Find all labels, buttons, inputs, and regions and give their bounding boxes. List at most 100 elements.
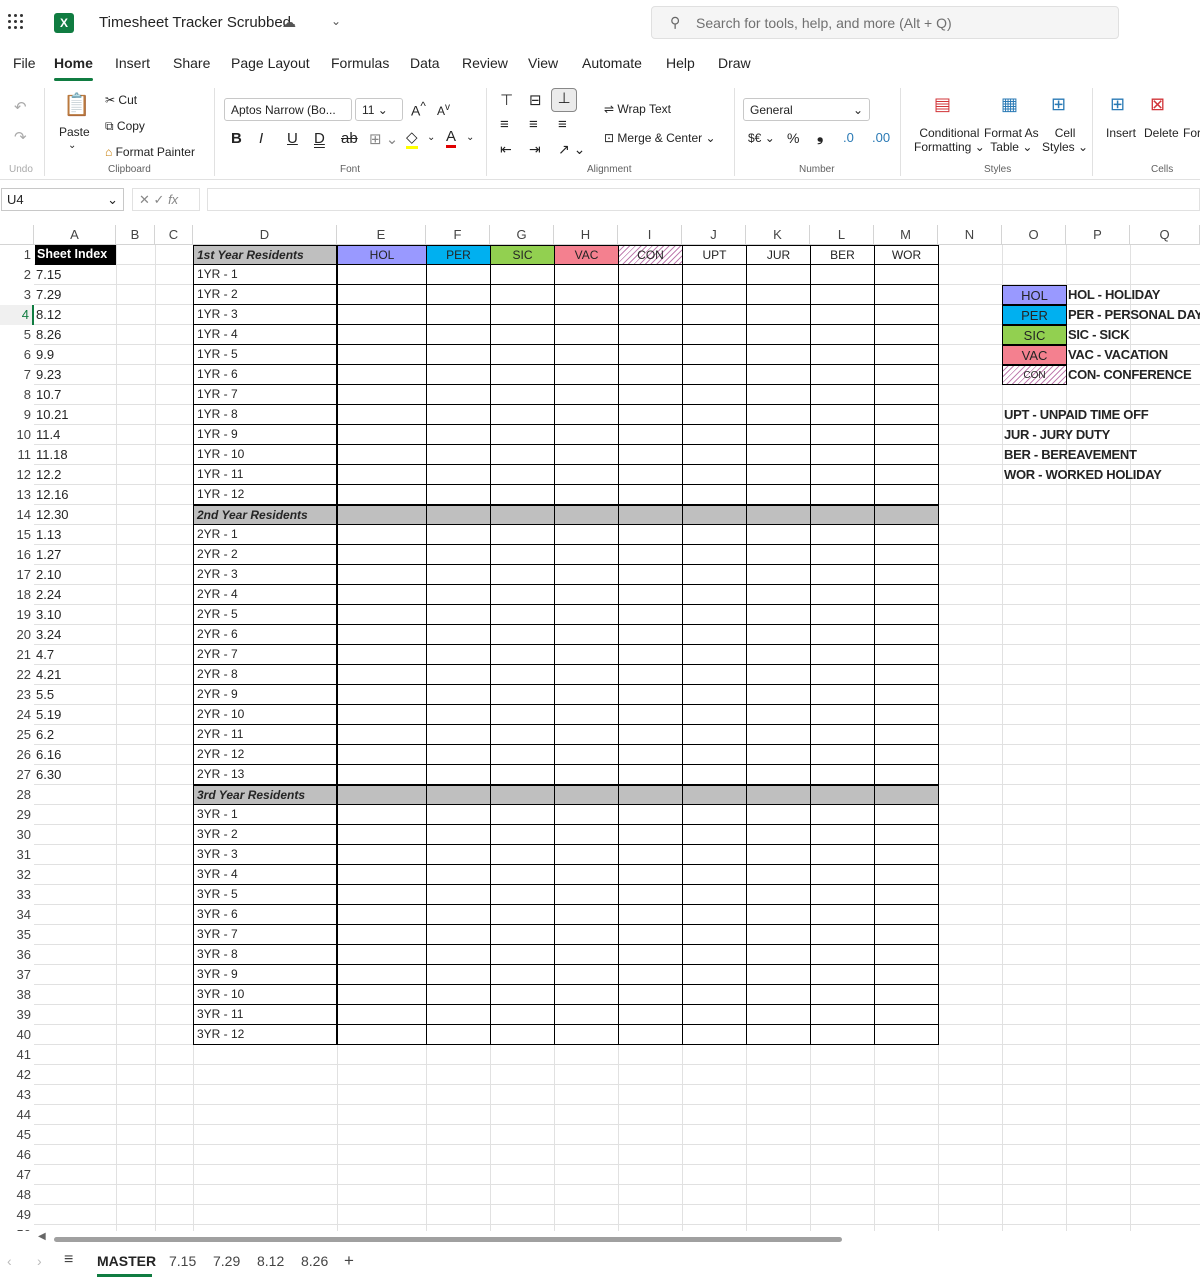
data-cell[interactable] xyxy=(810,805,875,825)
currency-button[interactable]: $€ ⌄ xyxy=(748,131,775,145)
column-header[interactable]: E xyxy=(337,225,426,245)
data-cell[interactable] xyxy=(810,665,875,685)
data-cell[interactable] xyxy=(874,765,939,785)
data-cell[interactable] xyxy=(682,565,747,585)
data-cell[interactable] xyxy=(490,545,555,565)
data-cell[interactable] xyxy=(426,985,491,1005)
data-cell[interactable] xyxy=(490,345,555,365)
data-cell[interactable] xyxy=(337,385,427,405)
sheet-tab[interactable]: 8.12 xyxy=(257,1253,284,1269)
data-cell[interactable] xyxy=(874,625,939,645)
data-cell[interactable] xyxy=(682,285,747,305)
data-cell[interactable] xyxy=(337,885,427,905)
sheet-index-link[interactable]: 1.13 xyxy=(36,525,116,545)
row-header[interactable]: 4 xyxy=(0,305,34,325)
data-cell[interactable] xyxy=(874,325,939,345)
data-cell[interactable] xyxy=(426,725,491,745)
undo-icon[interactable]: ↶ xyxy=(14,98,27,116)
data-cell[interactable] xyxy=(618,405,683,425)
data-cell[interactable] xyxy=(682,385,747,405)
data-cell[interactable] xyxy=(618,325,683,345)
row-header[interactable]: 45 xyxy=(0,1125,34,1145)
data-cell[interactable] xyxy=(810,565,875,585)
row-header[interactable]: 27 xyxy=(0,765,34,785)
data-cell[interactable] xyxy=(426,745,491,765)
data-cell[interactable] xyxy=(874,945,939,965)
horizontal-scrollbar[interactable]: ◀ xyxy=(34,1231,1200,1244)
sheet-index-link[interactable]: 7.29 xyxy=(36,285,116,305)
resident-row-label[interactable]: 1YR - 11 xyxy=(193,465,337,485)
row-header[interactable]: 13 xyxy=(0,485,34,505)
data-cell[interactable] xyxy=(810,745,875,765)
data-cell[interactable] xyxy=(618,805,683,825)
sheet-index-link[interactable]: 8.26 xyxy=(36,325,116,345)
resident-row-label[interactable]: 1YR - 1 xyxy=(193,265,337,285)
data-cell[interactable] xyxy=(618,885,683,905)
row-header[interactable]: 2 xyxy=(0,265,34,285)
data-cell[interactable] xyxy=(746,425,811,445)
data-cell[interactable] xyxy=(810,865,875,885)
row-header[interactable]: 8 xyxy=(0,385,34,405)
data-cell[interactable] xyxy=(618,485,683,505)
row-header[interactable]: 44 xyxy=(0,1105,34,1125)
data-cell[interactable] xyxy=(426,605,491,625)
data-cell[interactable] xyxy=(682,545,747,565)
cell-styles-button[interactable]: Cell Styles ⌄ xyxy=(1042,126,1088,154)
data-cell[interactable] xyxy=(490,665,555,685)
data-cell[interactable] xyxy=(426,305,491,325)
data-cell[interactable] xyxy=(682,305,747,325)
paste-icon[interactable]: 📋 xyxy=(63,92,90,118)
row-header[interactable]: 50 xyxy=(0,1225,34,1231)
resident-row-label[interactable]: 3YR - 11 xyxy=(193,1005,337,1025)
data-cell[interactable] xyxy=(337,825,427,845)
data-cell[interactable] xyxy=(554,565,619,585)
row-header[interactable]: 20 xyxy=(0,625,34,645)
row-header[interactable]: 33 xyxy=(0,885,34,905)
data-cell[interactable] xyxy=(554,325,619,345)
data-cell[interactable] xyxy=(746,605,811,625)
data-cell[interactable] xyxy=(810,545,875,565)
sheet-index-link[interactable]: 4.7 xyxy=(36,645,116,665)
data-cell[interactable] xyxy=(618,525,683,545)
data-cell[interactable] xyxy=(874,485,939,505)
data-cell[interactable] xyxy=(337,685,427,705)
data-cell[interactable] xyxy=(810,965,875,985)
data-cell[interactable] xyxy=(810,725,875,745)
data-cell[interactable] xyxy=(874,705,939,725)
data-cell[interactable] xyxy=(337,945,427,965)
data-cell[interactable] xyxy=(746,685,811,705)
sheet-tab[interactable]: 7.15 xyxy=(169,1253,196,1269)
data-cell[interactable] xyxy=(337,965,427,985)
data-cell[interactable] xyxy=(810,345,875,365)
data-cell[interactable] xyxy=(426,465,491,485)
select-all-corner[interactable] xyxy=(0,225,34,245)
menu-share[interactable]: Share xyxy=(173,55,210,71)
data-cell[interactable] xyxy=(874,265,939,285)
data-cell[interactable] xyxy=(337,485,427,505)
delete-cells-button[interactable]: Delete xyxy=(1144,126,1179,140)
data-cell[interactable] xyxy=(426,965,491,985)
data-cell[interactable] xyxy=(490,1005,555,1025)
resident-row-label[interactable]: 2YR - 7 xyxy=(193,645,337,665)
data-cell[interactable] xyxy=(426,585,491,605)
data-cell[interactable] xyxy=(490,805,555,825)
data-cell[interactable] xyxy=(618,1025,683,1045)
row-header[interactable]: 12 xyxy=(0,465,34,485)
data-cell[interactable] xyxy=(746,325,811,345)
data-cell[interactable] xyxy=(337,285,427,305)
data-cell[interactable] xyxy=(490,405,555,425)
data-cell[interactable] xyxy=(874,305,939,325)
data-cell[interactable] xyxy=(682,905,747,925)
data-cell[interactable] xyxy=(682,705,747,725)
data-cell[interactable] xyxy=(746,665,811,685)
data-cell[interactable] xyxy=(618,825,683,845)
sheet-index-link[interactable]: 12.2 xyxy=(36,465,116,485)
data-cell[interactable] xyxy=(682,605,747,625)
data-cell[interactable] xyxy=(490,725,555,745)
add-sheet-button[interactable]: + xyxy=(344,1251,354,1271)
data-cell[interactable] xyxy=(874,425,939,445)
data-cell[interactable] xyxy=(490,265,555,285)
row-header[interactable]: 21 xyxy=(0,645,34,665)
redo-icon[interactable]: ↷ xyxy=(14,128,27,146)
data-cell[interactable] xyxy=(426,765,491,785)
